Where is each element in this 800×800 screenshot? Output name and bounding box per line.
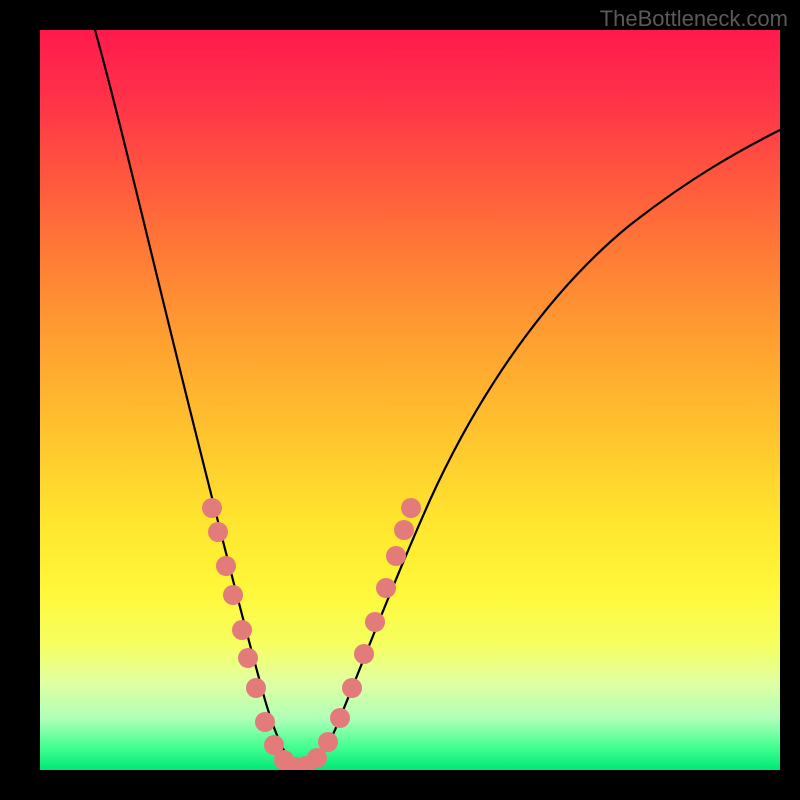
data-marker	[330, 708, 350, 728]
data-marker	[202, 498, 222, 518]
data-marker	[208, 522, 228, 542]
bottleneck-curve	[95, 30, 780, 768]
watermark-text: TheBottleneck.com	[600, 6, 788, 32]
data-marker	[376, 578, 396, 598]
data-marker	[246, 678, 266, 698]
plot-area	[40, 30, 780, 770]
data-marker	[223, 585, 243, 605]
chart-svg	[40, 30, 780, 770]
data-marker	[401, 498, 421, 518]
data-marker	[232, 620, 252, 640]
data-marker	[238, 648, 258, 668]
data-marker	[216, 556, 236, 576]
data-marker	[255, 712, 275, 732]
data-marker	[354, 644, 374, 664]
data-marker	[394, 520, 414, 540]
data-marker	[318, 732, 338, 752]
data-marker	[386, 546, 406, 566]
data-marker	[365, 612, 385, 632]
data-marker	[342, 678, 362, 698]
